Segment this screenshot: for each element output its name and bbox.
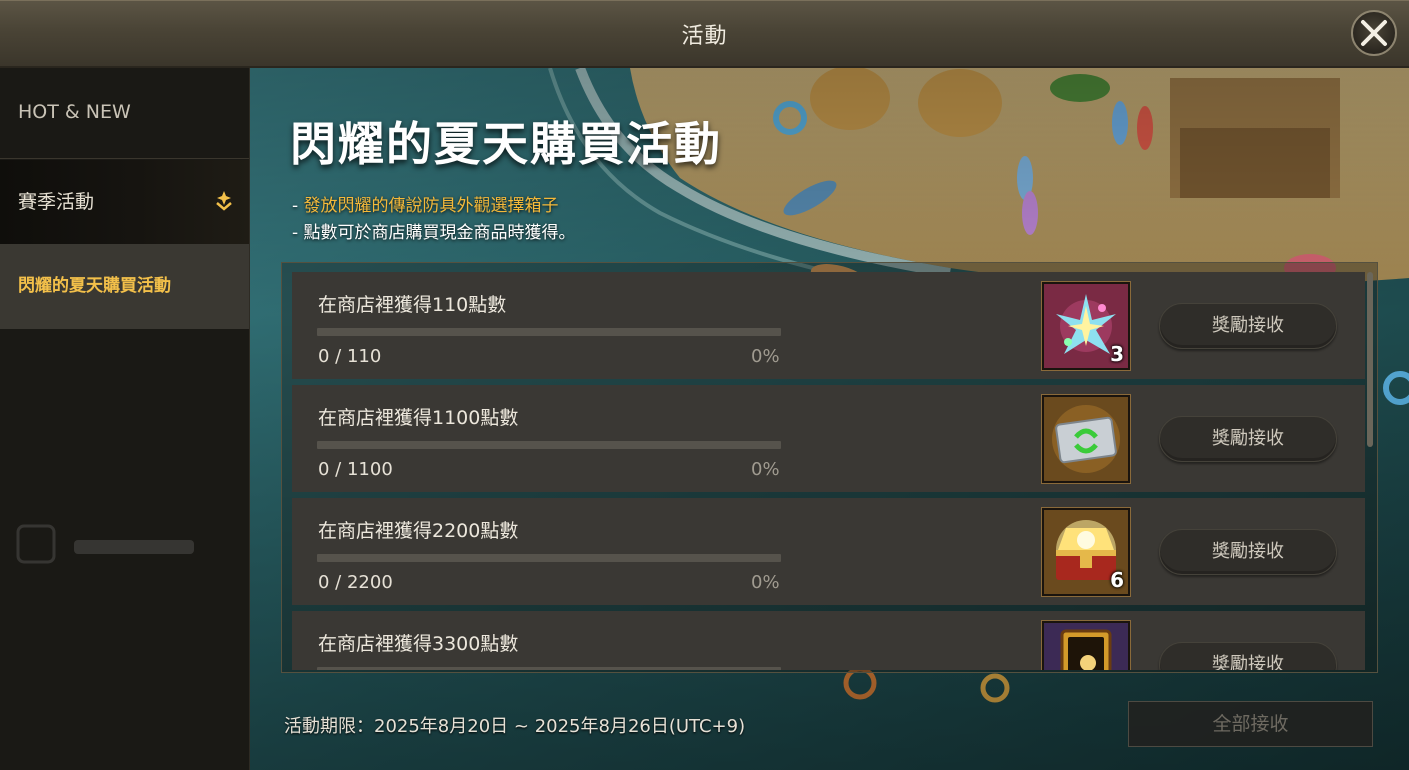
mission-label: 在商店裡獲得110點數 bbox=[318, 294, 507, 316]
claim-reward-button[interactable]: 獎勵接收 bbox=[1159, 416, 1337, 462]
mission-row: 在商店裡獲得110點數 0 / 110 0% 3 獎勵接收 bbox=[292, 272, 1365, 379]
reward-item[interactable] bbox=[1041, 620, 1131, 670]
sidebar-item-label: HOT & NEW bbox=[18, 101, 131, 123]
reward-quantity: 3 bbox=[1110, 342, 1124, 366]
claim-reward-button[interactable]: 獎勵接收 bbox=[1159, 529, 1337, 575]
sidebar-item-label: 賽季活動 bbox=[18, 191, 95, 213]
close-icon bbox=[1361, 20, 1387, 46]
close-button[interactable] bbox=[1351, 10, 1397, 56]
mission-progress-bar bbox=[317, 554, 781, 562]
reward-item[interactable] bbox=[1041, 394, 1131, 485]
sidebar-item-season-events[interactable]: 賽季活動 bbox=[0, 160, 249, 244]
mission-row: 在商店裡獲得2200點數 0 / 2200 0% 6 獎勵接收 bbox=[292, 498, 1365, 605]
exchange-ticket-icon bbox=[1044, 397, 1128, 485]
mission-label: 在商店裡獲得3300點數 bbox=[318, 633, 519, 655]
reward-quantity: 6 bbox=[1110, 568, 1124, 592]
mission-progress-percent: 0% bbox=[751, 572, 780, 593]
mission-list-scrollbar[interactable] bbox=[1367, 272, 1373, 447]
desc-highlight: 發放閃耀的傳說防具外觀選擇箱子 bbox=[303, 196, 559, 216]
mission-progress-count: 0 / 1100 bbox=[318, 459, 393, 480]
mission-label: 在商店裡獲得1100點數 bbox=[318, 407, 519, 429]
faded-background-icon bbox=[16, 524, 194, 564]
reward-item[interactable]: 3 bbox=[1041, 281, 1131, 371]
event-description-2: - 點數可於商店購買現金商品時獲得。 bbox=[292, 223, 576, 243]
mission-progress-bar bbox=[317, 667, 781, 670]
claim-reward-button[interactable]: 獎勵接收 bbox=[1159, 303, 1337, 349]
event-period: 活動期限：2025年8月20日 ~ 2025年8月26日(UTC+9) bbox=[284, 716, 746, 737]
mission-progress-count: 0 / 2200 bbox=[318, 572, 393, 593]
chevron-down-icon bbox=[216, 191, 232, 211]
mission-progress-percent: 0% bbox=[751, 346, 780, 367]
claim-reward-button[interactable]: 獎勵接收 bbox=[1159, 642, 1337, 670]
window-title-bar: 活動 bbox=[0, 0, 1409, 68]
mission-progress-percent: 0% bbox=[751, 459, 780, 480]
reward-item[interactable]: 6 bbox=[1041, 507, 1131, 597]
sidebar-item-summer-purchase-event[interactable]: 閃耀的夏天購買活動 bbox=[0, 244, 249, 329]
sidebar-item-hot-new[interactable]: HOT & NEW bbox=[0, 68, 249, 159]
mission-label: 在商店裡獲得2200點數 bbox=[318, 520, 519, 542]
event-description-1: - 發放閃耀的傳說防具外觀選擇箱子 bbox=[292, 191, 559, 216]
window-title: 活動 bbox=[681, 24, 728, 49]
event-title: 閃耀的夏天購買活動 bbox=[290, 117, 722, 171]
claim-all-button[interactable]: 全部接收 bbox=[1128, 701, 1373, 747]
sidebar: HOT & NEW 賽季活動 閃耀的夏天購買活動 bbox=[0, 68, 250, 770]
mission-progress-bar bbox=[317, 328, 781, 336]
sidebar-item-label: 閃耀的夏天購買活動 bbox=[18, 276, 171, 296]
mission-row: 在商店裡獲得1100點數 0 / 1100 0% 獎勵接收 bbox=[292, 385, 1365, 492]
mission-progress-bar bbox=[317, 441, 781, 449]
mission-progress-count: 0 / 110 bbox=[318, 346, 382, 367]
mission-row: 在商店裡獲得3300點數 獎勵接收 bbox=[292, 611, 1365, 670]
desc-bullet: - bbox=[292, 196, 304, 216]
